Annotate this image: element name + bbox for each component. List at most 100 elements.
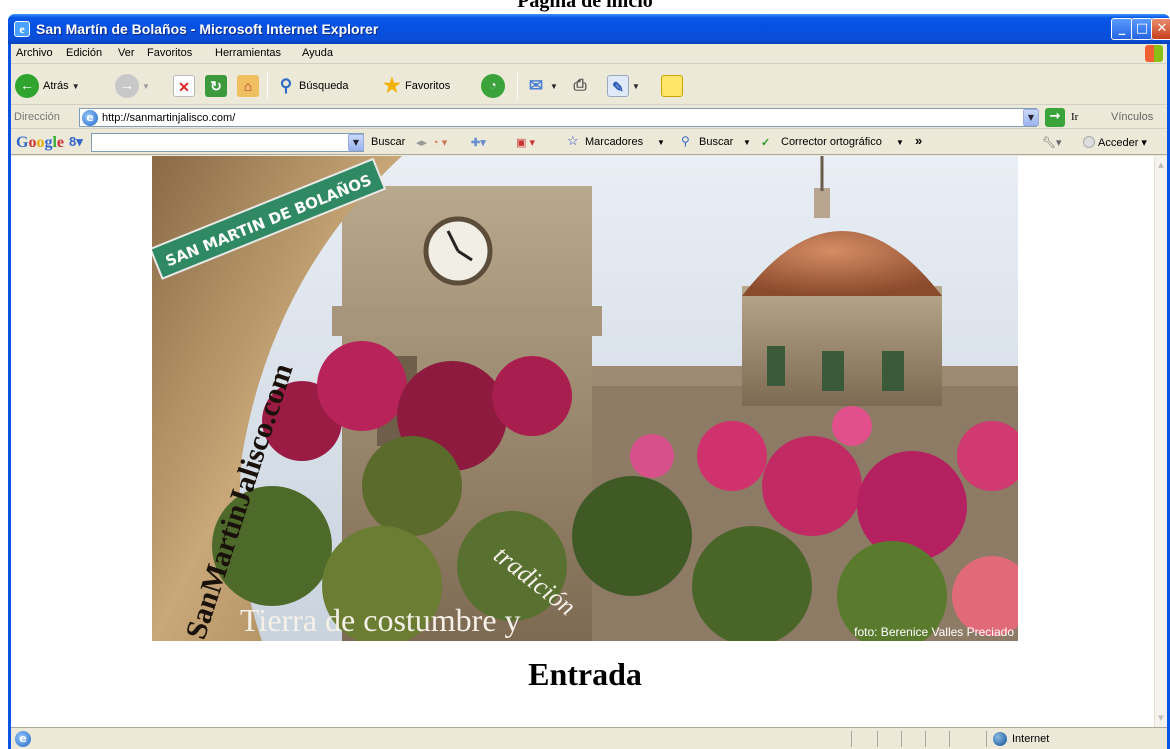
security-zone[interactable]: Internet — [993, 732, 1049, 746]
page-icon: e — [82, 109, 98, 126]
entrada-link[interactable]: Entrada — [152, 656, 1018, 693]
chevron-down-icon: ▼ — [632, 81, 640, 91]
google-menu-icon[interactable]: 8▾ — [69, 134, 83, 150]
status-divider — [901, 731, 902, 747]
menu-ayuda[interactable]: Ayuda — [302, 47, 333, 59]
note-icon — [661, 75, 683, 97]
favorites-label: Favoritos — [405, 80, 451, 92]
chevron-right-icon: ◂▸ — [416, 137, 428, 149]
history-button[interactable]: ◔ — [481, 73, 505, 99]
spellcheck-icon: ✓ — [761, 137, 771, 149]
bookmark-star-icon: ☆ — [567, 133, 579, 148]
mail-icon: ✉ — [528, 76, 544, 95]
forward-arrow-icon: → — [115, 74, 139, 98]
wrench-icon[interactable]: 🔧︎▾ — [1042, 136, 1062, 149]
back-button[interactable]: ← Atrás ▼ — [15, 73, 80, 99]
lantern — [814, 188, 830, 218]
title-bar[interactable]: e San Martín de Bolaños - Microsoft Inte… — [8, 14, 1170, 44]
close-button[interactable]: ✕ — [1151, 18, 1170, 40]
globe-icon — [993, 732, 1007, 746]
print-button[interactable]: ⎙ — [569, 73, 591, 99]
menu-archivo[interactable]: Archivo — [16, 47, 53, 59]
refresh-icon: ↻ — [205, 75, 227, 97]
photo-credit: foto: Berenice Valles Preciado — [854, 625, 1014, 639]
more-button[interactable]: » — [915, 133, 922, 148]
search-label: Búsqueda — [299, 80, 349, 92]
chevron-down-icon: ▼ — [743, 138, 751, 147]
menu-bar: Archivo Edición Ver Favoritos Herramient… — [11, 44, 1167, 64]
edit-button[interactable]: ✎ ▼ — [607, 73, 640, 99]
standard-toolbar: ← Atrás ▼ → ▼ ✕ ↻ ⌂ ⚲ Búsqueda ★ Favorit… — [11, 65, 1167, 105]
popup-blocker-icon[interactable]: ▣ ▾ — [516, 136, 535, 149]
menu-edicion[interactable]: Edición — [66, 47, 102, 59]
status-divider — [986, 731, 987, 747]
status-bar: e Internet — [11, 727, 1167, 749]
browser-window: e San Martín de Bolaños - Microsoft Inte… — [8, 14, 1170, 749]
home-icon: ⌂ — [237, 75, 259, 97]
chevron-down-icon: ▼ — [550, 81, 558, 91]
back-label: Atrás — [43, 80, 69, 92]
mail-button[interactable]: ✉ ▼ — [525, 73, 558, 99]
pagerank-icon[interactable]: ◔ ▾ — [432, 136, 447, 149]
window-title: San Martín de Bolaños - Microsoft Intern… — [36, 21, 379, 37]
google-search2-button[interactable]: Buscar — [699, 136, 733, 148]
star-icon: ★ — [383, 75, 401, 97]
chevron-down-icon: ▼ — [142, 81, 150, 91]
status-divider — [925, 731, 926, 747]
status-divider — [851, 731, 852, 747]
address-dropdown-button[interactable]: ▼ — [1023, 109, 1039, 126]
ie-logo-icon: e — [14, 21, 30, 37]
address-input[interactable]: e http://sanmartinjalisco.com/ — [79, 108, 1037, 127]
bookmarks-button[interactable]: Marcadores — [585, 136, 643, 148]
printer-icon: ⎙ — [573, 77, 587, 94]
go-arrow-icon[interactable]: → — [1045, 108, 1065, 127]
stop-icon: ✕ — [173, 75, 195, 97]
dome-window — [882, 351, 904, 391]
windows-flag-icon — [1145, 45, 1163, 62]
address-url: http://sanmartinjalisco.com/ — [102, 111, 236, 124]
plus-icon[interactable]: ✚▾ — [471, 136, 486, 149]
stop-button[interactable]: ✕ — [173, 73, 195, 99]
scroll-down-icon[interactable]: ▼ — [1155, 711, 1167, 725]
menu-herramientas[interactable]: Herramientas — [215, 47, 281, 59]
dome-window — [767, 346, 785, 386]
tagline: Tierra de costumbre y — [240, 602, 521, 638]
search-icon: ⚲ — [279, 76, 293, 95]
minimize-button[interactable]: _ — [1111, 18, 1133, 40]
zone-label: Internet — [1012, 733, 1050, 745]
spellcheck-button[interactable]: Corrector ortográfico — [781, 136, 882, 148]
forward-button[interactable]: → ▼ — [115, 73, 150, 99]
google-search-dropdown[interactable]: ▼ — [348, 134, 364, 151]
browser-client: Archivo Edición Ver Favoritos Herramient… — [11, 44, 1167, 749]
google-logo[interactable]: Google — [16, 134, 64, 152]
hero-image[interactable]: SAN MARTIN DE BOLAÑOS SanMartinJalisco.c… — [152, 156, 1018, 641]
back-arrow-icon: ← — [15, 74, 39, 98]
edit-icon: ✎ — [607, 75, 629, 97]
tower-cornice — [332, 306, 602, 336]
address-bar: Dirección e http://sanmartinjalisco.com/… — [11, 106, 1167, 129]
messenger-button[interactable] — [661, 73, 683, 99]
ie-icon: e — [15, 731, 31, 747]
vertical-scrollbar[interactable]: ▲ ▼ — [1154, 156, 1167, 727]
menu-favoritos[interactable]: Favoritos — [147, 47, 192, 59]
scroll-up-icon[interactable]: ▲ — [1155, 158, 1167, 172]
signin-button[interactable]: Acceder ▾ — [1083, 136, 1147, 149]
favorites-button[interactable]: ★ Favoritos — [381, 73, 450, 99]
menu-ver[interactable]: Ver — [118, 47, 135, 59]
history-icon: ◔ — [481, 74, 505, 98]
page-status-icon: e — [15, 731, 35, 747]
refresh-button[interactable]: ↻ — [205, 73, 227, 99]
home-button[interactable]: ⌂ — [237, 73, 259, 99]
signin-label: Acceder — [1098, 137, 1139, 149]
search-button[interactable]: ⚲ Búsqueda — [275, 73, 349, 99]
page-content[interactable]: SAN MARTIN DE BOLAÑOS SanMartinJalisco.c… — [11, 156, 1154, 727]
status-divider — [877, 731, 878, 747]
google-search-button[interactable]: Buscar — [371, 136, 405, 148]
go-button[interactable]: Ir — [1071, 111, 1078, 123]
toolbar-separator — [517, 73, 518, 99]
maximize-button[interactable]: □ — [1131, 18, 1153, 40]
google-search-input[interactable] — [91, 133, 364, 152]
chevron-down-icon: ▼ — [71, 81, 80, 91]
user-icon — [1083, 136, 1095, 148]
links-button[interactable]: Vínculos — [1111, 111, 1153, 123]
